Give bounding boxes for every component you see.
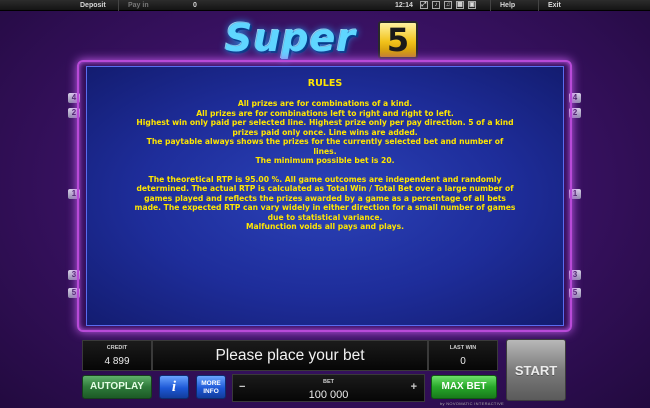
music-icon[interactable]: ♫ <box>444 1 452 9</box>
help-link[interactable]: Help <box>500 1 515 10</box>
credit-display: CREDIT 4 899 <box>82 340 152 371</box>
rules-panel: RULES All prizes are for combinations of… <box>86 66 564 326</box>
rules-line: due to statistical variance. <box>267 212 383 222</box>
divider <box>490 0 491 11</box>
status-message: Please place your bet <box>215 347 365 364</box>
screen-icon[interactable]: ▣ <box>468 1 476 9</box>
fullscreen-icon[interactable]: ⤢ <box>420 1 428 9</box>
rules-line: The minimum possible bet is 20. <box>255 156 395 165</box>
divider <box>118 0 119 11</box>
pay-in-value: 0 <box>193 2 197 9</box>
rules-line: The paytable always shows the prizes for… <box>146 137 504 146</box>
clock: 12:14 <box>395 2 413 9</box>
last-win-label: LAST WIN <box>449 345 477 351</box>
rules-line: lines. <box>313 146 337 156</box>
credit-label: CREDIT <box>106 345 128 351</box>
topbar-icons: ⤢ ♪ ♫ ▦ ▣ <box>420 1 476 9</box>
bet-value: 100 000 <box>308 389 349 401</box>
top-bar: Deposit Pay in 0 12:14 ⤢ ♪ ♫ ▦ ▣ Help Ex… <box>0 0 650 11</box>
deposit-link[interactable]: Deposit <box>80 1 106 10</box>
brand-text: by NOVOMATIC INTERACTIVE <box>440 401 505 406</box>
start-button[interactable]: START <box>506 339 566 401</box>
more-info-label: MORE <box>201 380 221 387</box>
game-logo: Super 5 <box>225 18 425 62</box>
bet-increase-button[interactable]: + <box>411 381 417 393</box>
rules-line: The theoretical RTP is 95.00 %. All game… <box>148 174 502 184</box>
max-bet-button[interactable]: MAX BET <box>431 375 497 399</box>
rules-paragraph-prizes: All prizes are for combinations of a kin… <box>87 99 563 166</box>
logo-number: 5 <box>378 21 418 59</box>
last-win-display: LAST WIN 0 <box>428 340 498 371</box>
more-info-button[interactable]: MORE INFO <box>196 375 226 399</box>
rules-line: All prizes are for combinations of a kin… <box>237 99 413 108</box>
settings-icon[interactable]: ▦ <box>456 1 464 9</box>
logo-word: Super <box>225 16 357 60</box>
rules-line: made. The expected RTP can vary widely i… <box>134 203 516 212</box>
bet-label: BET <box>323 379 334 385</box>
rules-paragraph-rtp: The theoretical RTP is 95.00 %. All game… <box>87 175 563 232</box>
rules-line: Highest win only paid per selected line.… <box>136 118 514 127</box>
rules-line: games played and reflects the prizes awa… <box>144 193 506 203</box>
more-info-label: INFO <box>203 388 219 395</box>
message-display: Please place your bet <box>152 340 428 371</box>
rules-line: determined. The actual RTP is calculated… <box>136 184 514 193</box>
rules-line: Malfunction voids all pays and plays. <box>245 222 405 231</box>
last-win-value: 0 <box>460 356 466 367</box>
info-button[interactable]: i <box>159 375 189 399</box>
divider <box>538 0 539 11</box>
pay-in-label: Pay in <box>128 2 149 9</box>
sound-icon[interactable]: ♪ <box>432 1 440 9</box>
exit-link[interactable]: Exit <box>548 1 561 10</box>
rules-line: All prizes are for combinations left to … <box>196 108 454 118</box>
credit-value: 4 899 <box>104 356 130 367</box>
control-panel: CREDIT 4 899 Please place your bet LAST … <box>0 337 650 408</box>
bet-display: − BET 100 000 + <box>232 374 425 402</box>
rules-line: prizes paid only once. Line wins are add… <box>232 127 418 137</box>
rules-title: RULES <box>307 78 343 89</box>
autoplay-button[interactable]: AUTOPLAY <box>82 375 152 399</box>
